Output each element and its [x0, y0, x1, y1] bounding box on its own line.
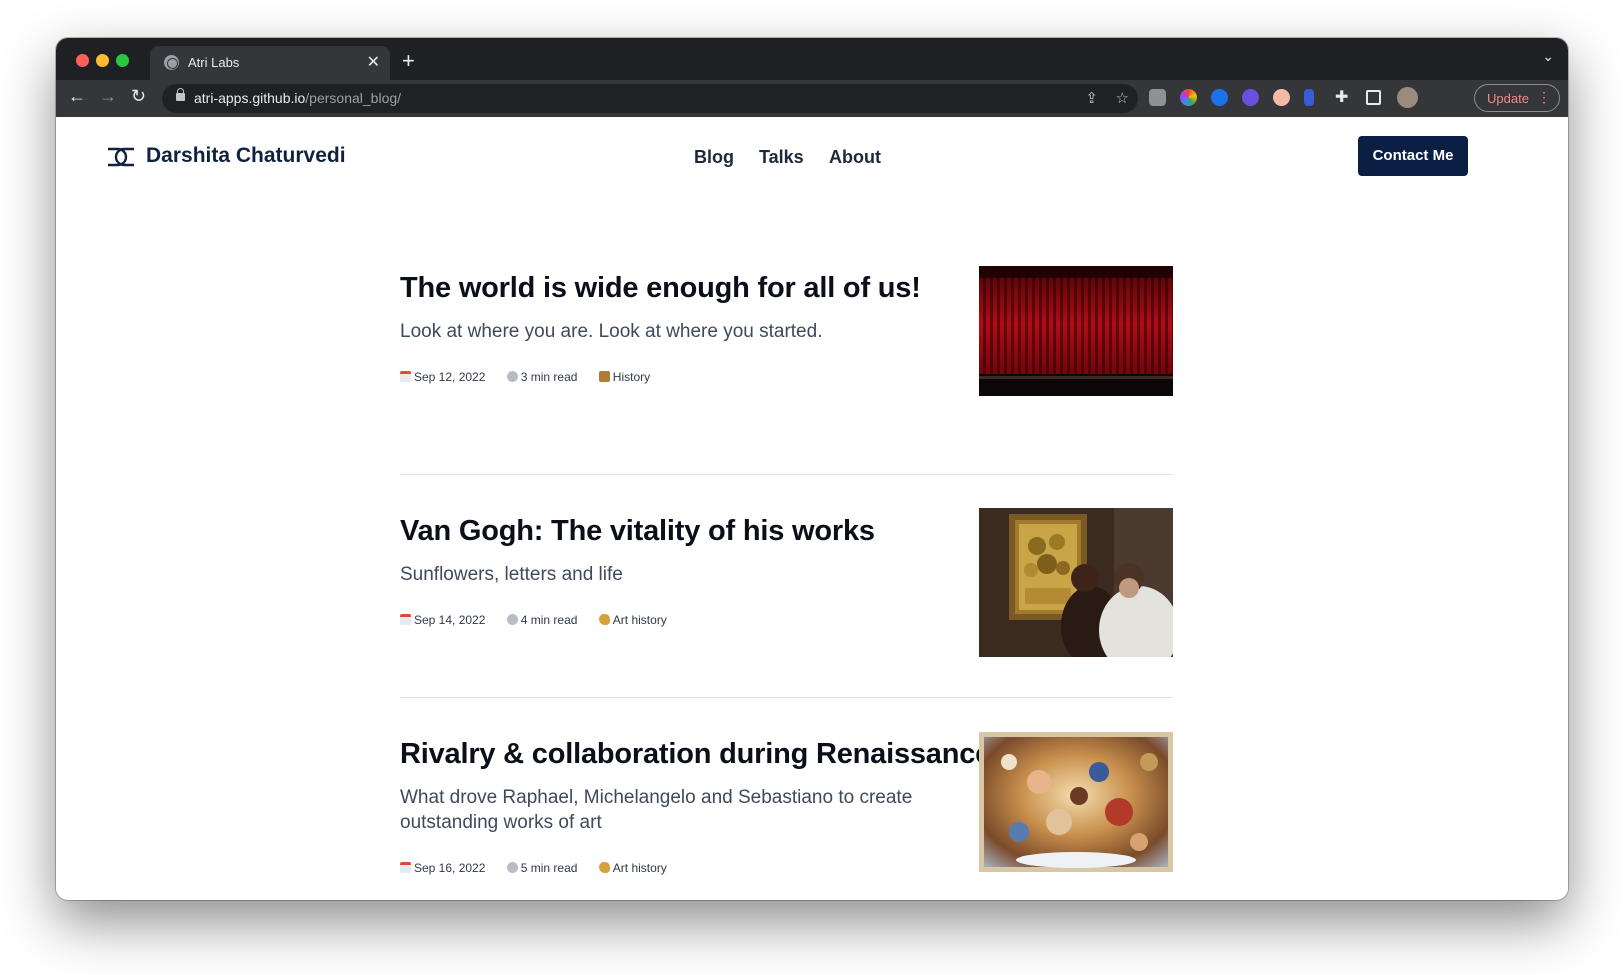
palette-icon [598, 862, 610, 873]
post-card-2[interactable]: Van Gogh: The vitality of his works Sunf… [400, 508, 1173, 665]
close-window-button[interactable] [76, 54, 89, 67]
blog-page: Darshita Chaturvedi Blog Talks About Con… [56, 117, 1568, 900]
post-divider [400, 474, 1172, 475]
post-date: Sep 16, 2022 [414, 861, 486, 875]
post-meta: Sep 12, 2022 3 min read History [400, 370, 668, 384]
scroll-icon [598, 371, 610, 382]
post-subtitle: What drove Raphael, Michelangelo and Seb… [400, 787, 913, 833]
calendar-icon [400, 371, 411, 382]
extension-icon-6[interactable] [1304, 89, 1314, 106]
bookmark-star-icon[interactable]: ☆ [1116, 89, 1129, 107]
puzzle-extensions-icon[interactable]: ✚ [1335, 87, 1352, 106]
post-image-baroque-fresco[interactable] [979, 732, 1173, 872]
clock-icon [506, 371, 518, 382]
post-category[interactable]: Art history [613, 861, 667, 875]
site-logo-icon[interactable] [107, 147, 135, 167]
browser-toolbar: ← → ↻ atri-apps.github.io/personal_blog/… [56, 80, 1568, 117]
post-category[interactable]: History [613, 370, 650, 384]
extension-icon-3[interactable] [1211, 89, 1228, 106]
nav-blog-link[interactable]: Blog [694, 147, 734, 168]
post-read-time: 3 min read [520, 370, 578, 384]
post-category[interactable]: Art history [613, 613, 667, 627]
post-card-1[interactable]: The world is wide enough for all of us! … [400, 266, 1173, 402]
back-arrow-icon[interactable]: ← [68, 86, 86, 107]
tab-title: Atri Labs [188, 55, 240, 70]
post-subtitle: Look at where you are. Look at where you… [400, 321, 823, 342]
post-image-theater-curtain[interactable] [979, 266, 1173, 396]
calendar-icon [400, 614, 411, 625]
tab-strip: Atri Labs ✕ + ⌄ [56, 38, 1568, 80]
post-date: Sep 14, 2022 [414, 613, 486, 627]
palette-icon [598, 614, 610, 625]
post-meta: Sep 16, 2022 5 min read Art history [400, 861, 685, 875]
post-read-time: 4 min read [520, 613, 578, 627]
update-button[interactable]: Update ⋮ [1474, 84, 1560, 112]
profile-avatar[interactable] [1397, 87, 1418, 108]
lock-icon [176, 88, 185, 101]
reload-icon[interactable]: ↻ [131, 86, 146, 107]
chevron-down-icon[interactable]: ⌄ [1542, 48, 1554, 65]
post-image-sunflowers[interactable] [979, 508, 1173, 657]
maximize-window-button[interactable] [116, 54, 129, 67]
post-read-time: 5 min read [520, 861, 578, 875]
url-text[interactable]: atri-apps.github.io/personal_blog/ [194, 90, 401, 106]
browser-window: Atri Labs ✕ + ⌄ ← → ↻ atri-apps.github.i… [56, 38, 1568, 900]
color-picker-extension-icon[interactable] [1180, 89, 1197, 106]
post-date: Sep 12, 2022 [414, 370, 486, 384]
post-divider [400, 697, 1172, 698]
close-tab-icon[interactable]: ✕ [367, 52, 380, 72]
site-brand-name[interactable]: Darshita Chaturvedi [146, 144, 346, 168]
url-host: atri-apps.github.io [194, 90, 306, 106]
contact-me-button[interactable]: Contact Me [1358, 136, 1468, 176]
new-tab-button[interactable]: + [402, 48, 415, 74]
tab-atri-labs[interactable]: Atri Labs ✕ [150, 46, 390, 80]
clock-icon [506, 614, 518, 625]
nav-talks-link[interactable]: Talks [759, 147, 804, 168]
share-icon[interactable]: ⇪ [1085, 89, 1098, 107]
side-panel-icon[interactable] [1366, 90, 1381, 105]
post-meta: Sep 14, 2022 4 min read Art history [400, 613, 685, 627]
kebab-menu-icon[interactable]: ⋮ [1537, 89, 1551, 106]
calendar-icon [400, 862, 411, 873]
clock-icon [506, 862, 518, 873]
extension-icon-4[interactable] [1242, 89, 1259, 106]
post-card-3[interactable]: Rivalry & collaboration during Renaissan… [400, 732, 1173, 900]
globe-icon [164, 55, 179, 70]
forward-arrow-icon[interactable]: → [99, 86, 117, 107]
url-path: /personal_blog/ [305, 90, 402, 106]
post-subtitle: Sunflowers, letters and life [400, 564, 623, 585]
update-label: Update [1487, 91, 1529, 106]
nav-about-link[interactable]: About [829, 147, 881, 168]
extension-icon-5[interactable] [1273, 89, 1290, 106]
minimize-window-button[interactable] [96, 54, 109, 67]
extension-icon-1[interactable] [1149, 89, 1166, 106]
address-bar[interactable]: atri-apps.github.io/personal_blog/ ⇪ ☆ [162, 84, 1138, 113]
